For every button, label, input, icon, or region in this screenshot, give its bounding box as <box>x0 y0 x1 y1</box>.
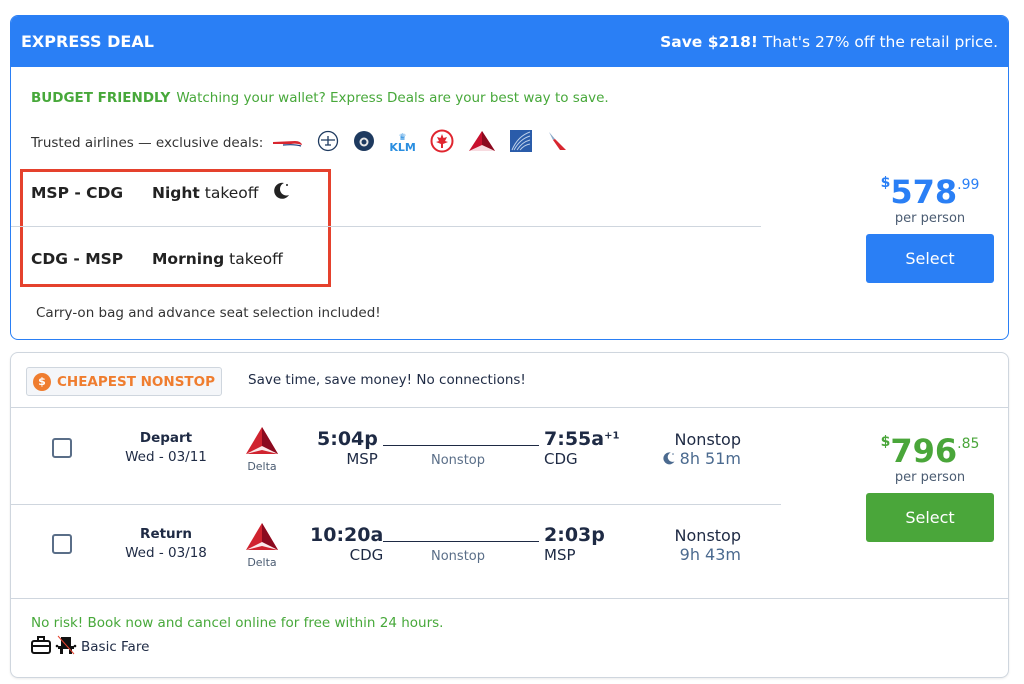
air-canada-logo-icon <box>430 129 454 157</box>
fare-type-label: Basic Fare <box>81 639 150 655</box>
leg-summary: Nonstop 9h 43m <box>621 526 741 564</box>
nonstop-select-button[interactable]: Select <box>866 493 994 542</box>
klm-text: KLM <box>389 141 416 154</box>
currency-symbol: $ <box>880 434 891 450</box>
departure: 5:04p MSP <box>317 428 378 468</box>
budget-friendly-text: Watching your wallet? Express Deals are … <box>176 90 609 106</box>
trusted-airlines-label: Trusted airlines — exclusive deals: <box>31 135 264 151</box>
route-return: CDG - MSP Morning takeoff <box>31 250 283 268</box>
footer-divider <box>11 598 1008 599</box>
cheapest-nonstop-card: $ CHEAPEST NONSTOP Save time, save money… <box>10 352 1009 678</box>
delta-logo-icon <box>246 523 278 550</box>
alaska-logo-icon <box>353 130 375 156</box>
savings-text: Save $218! That's 27% off the retail pri… <box>660 33 998 51</box>
express-deal-card: EXPRESS DEAL Save $218! That's 27% off t… <box>10 15 1009 340</box>
leg-direction: Return Wed - 03/18 <box>106 526 226 561</box>
stops-label: Nonstop <box>431 549 485 564</box>
arrival: 2:03p MSP <box>544 524 605 564</box>
price-cents: .85 <box>957 436 980 452</box>
express-deal-header: EXPRESS DEAL Save $218! That's 27% off t… <box>11 16 1008 67</box>
next-day-indicator: +1 <box>604 430 620 442</box>
direction-label: Return <box>140 526 192 542</box>
arrival-time: 2:03p <box>544 524 605 546</box>
express-deal-title: EXPRESS DEAL <box>21 32 154 51</box>
stops-summary: Nonstop <box>674 526 741 545</box>
arrival: 7:55a+1 CDG <box>544 428 619 468</box>
leg-date: Wed - 03/18 <box>125 545 207 561</box>
duration: 9h 43m <box>679 545 741 564</box>
airline-name: Delta <box>247 460 277 473</box>
airline: Delta <box>241 522 283 569</box>
badge-label: CHEAPEST NONSTOP <box>57 373 215 390</box>
included-perks: Carry-on bag and advance seat selection … <box>36 305 381 321</box>
route-divider <box>11 226 761 227</box>
express-price: $578.99 <box>865 166 995 209</box>
currency-symbol: $ <box>880 175 891 191</box>
direction-label: Depart <box>139 430 193 446</box>
savings-detail: That's 27% off the retail price. <box>757 32 998 51</box>
price-whole: 796 <box>890 432 958 470</box>
airline-name: Delta <box>247 556 277 569</box>
airline: Delta <box>241 426 283 473</box>
takeoff-label: Morning <box>152 250 225 268</box>
airline-logos: ♛ KLM <box>273 129 567 157</box>
british-airways-logo-icon <box>273 135 303 151</box>
route-code: CDG - MSP <box>31 250 124 268</box>
cheapest-nonstop-badge: $ CHEAPEST NONSTOP <box>26 367 222 396</box>
nonstop-price-block: $796.85 per person Select <box>865 425 995 542</box>
departure-time: 10:20a <box>310 524 384 546</box>
departure-airport: MSP <box>346 450 378 468</box>
takeoff-suffix: takeoff <box>224 250 283 268</box>
nonstop-price: $796.85 <box>865 425 995 468</box>
departure-airport: CDG <box>349 546 384 564</box>
route-code: MSP - CDG <box>31 184 124 202</box>
briefcase-icon <box>31 636 51 658</box>
dollar-badge-icon: $ <box>33 372 51 391</box>
flight-path-line <box>383 445 539 446</box>
takeoff-time: Morning takeoff <box>152 250 283 268</box>
no-risk-text: No risk! Book now and cancel online for … <box>31 615 444 631</box>
moon-icon <box>271 181 291 205</box>
american-airlines-logo-icon <box>546 130 568 156</box>
stops-label: Nonstop <box>431 453 485 468</box>
express-select-button[interactable]: Select <box>866 234 994 283</box>
per-person-label: per person <box>894 211 966 226</box>
express-price-block: $578.99 per person Select <box>865 166 995 283</box>
route-outbound: MSP - CDG Night takeoff <box>31 181 291 205</box>
leg-date: Wed - 03/11 <box>125 449 207 465</box>
leg-direction: Depart Wed - 03/11 <box>106 430 226 465</box>
stops-summary: Nonstop <box>674 430 741 449</box>
departure: 10:20a CDG <box>310 524 383 564</box>
delta-logo-icon <box>246 427 278 454</box>
flight-leg-depart: Depart Wed - 03/11 Delta 5:04p MSP Nonst… <box>11 408 841 504</box>
no-seat-selection-icon <box>55 635 77 659</box>
leg-checkbox[interactable] <box>52 534 72 554</box>
moon-icon <box>661 451 676 470</box>
arrival-airport: MSP <box>544 546 576 564</box>
takeoff-time: Night takeoff <box>152 184 258 202</box>
takeoff-label: Night <box>152 184 200 202</box>
price-cents: .99 <box>957 177 980 193</box>
price-whole: 578 <box>890 173 958 211</box>
lufthansa-logo-icon <box>317 130 339 156</box>
flight-leg-return: Return Wed - 03/18 Delta 10:20a CDG Nons… <box>11 504 841 600</box>
duration: 8h 51m <box>679 449 741 468</box>
fare-info: Basic Fare <box>31 635 149 659</box>
per-person-label: per person <box>894 470 966 485</box>
arrival-airport: CDG <box>544 450 578 468</box>
departure-time: 5:04p <box>317 428 378 450</box>
trusted-airlines: Trusted airlines — exclusive deals: ♛ KLM <box>31 129 568 157</box>
budget-friendly-line: BUDGET FRIENDLY Watching your wallet? Exp… <box>31 90 609 106</box>
flight-path-line <box>383 541 539 542</box>
leg-summary: Nonstop 8h 51m <box>621 430 741 470</box>
united-logo-icon <box>509 130 532 156</box>
savings-amount: Save $218! <box>660 32 758 51</box>
delta-logo-icon <box>468 130 496 156</box>
leg-checkbox[interactable] <box>52 438 72 458</box>
budget-friendly-label: BUDGET FRIENDLY <box>31 90 171 106</box>
takeoff-suffix: takeoff <box>199 184 259 202</box>
arrival-time: 7:55a <box>544 428 605 450</box>
klm-logo-icon: ♛ KLM <box>389 133 416 154</box>
nonstop-tagline: Save time, save money! No connections! <box>248 372 526 388</box>
